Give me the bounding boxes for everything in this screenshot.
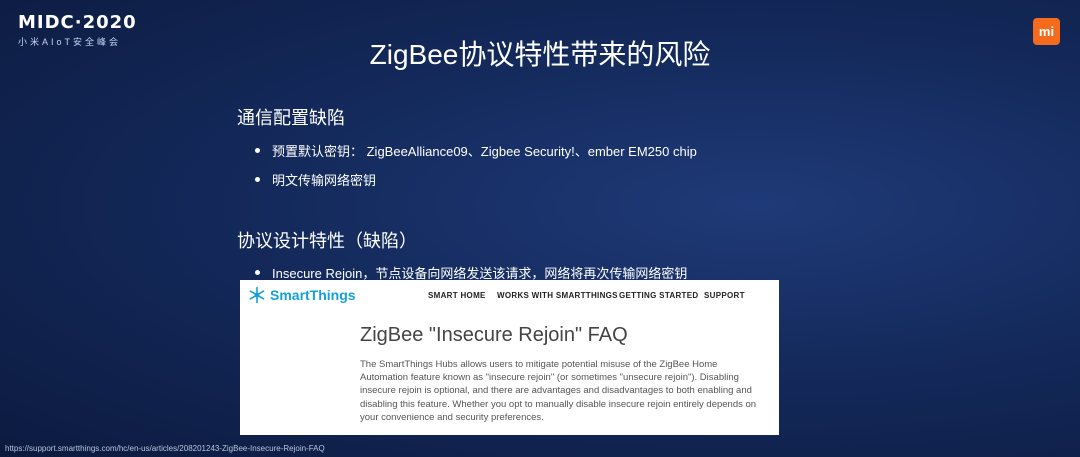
nav-link-works-with[interactable]: WORKS WITH SMARTTHINGS xyxy=(497,291,618,300)
smartthings-screenshot: SmartThings SMART HOME WORKS WITH SMARTT… xyxy=(240,280,779,435)
bullet-dot-icon xyxy=(255,270,260,275)
bullet-text: 明文传输网络密钥 xyxy=(272,173,377,188)
slide-title: ZigBee协议特性带来的风险 xyxy=(369,39,711,70)
source-url: https://support.smartthings.com/hc/en-us… xyxy=(5,444,325,453)
smartthings-logo[interactable]: SmartThings xyxy=(248,286,356,304)
bullet-plaintext-key: 明文传输网络密钥 xyxy=(255,170,376,189)
bullet-text: 预置默认密钥： ZigBeeAlliance09、Zigbee Security… xyxy=(272,144,697,159)
snowflake-icon xyxy=(249,286,265,304)
bullet-dot-icon xyxy=(255,177,260,182)
logo-main-text: MIDC·2020 xyxy=(18,12,137,33)
nav-link-getting-started[interactable]: GETTING STARTED xyxy=(619,291,698,300)
section-heading-config-defects: 通信配置缺陷 xyxy=(237,108,345,128)
faq-body: The SmartThings Hubs allows users to mit… xyxy=(360,359,757,423)
section-heading-protocol-design: 协议设计特性（缺陷） xyxy=(237,231,417,251)
nav-link-smart-home[interactable]: SMART HOME xyxy=(428,291,486,300)
brand-text: SmartThings xyxy=(270,287,356,303)
bullet-dot-icon xyxy=(255,148,260,153)
bullet-default-keys: 预置默认密钥： ZigBeeAlliance09、Zigbee Security… xyxy=(255,141,697,160)
smartthings-navbar: SmartThings SMART HOME WORKS WITH SMARTT… xyxy=(240,280,779,312)
faq-title: ZigBee "Insecure Rejoin" FAQ xyxy=(360,324,628,346)
nav-link-support[interactable]: SUPPORT xyxy=(704,291,745,300)
